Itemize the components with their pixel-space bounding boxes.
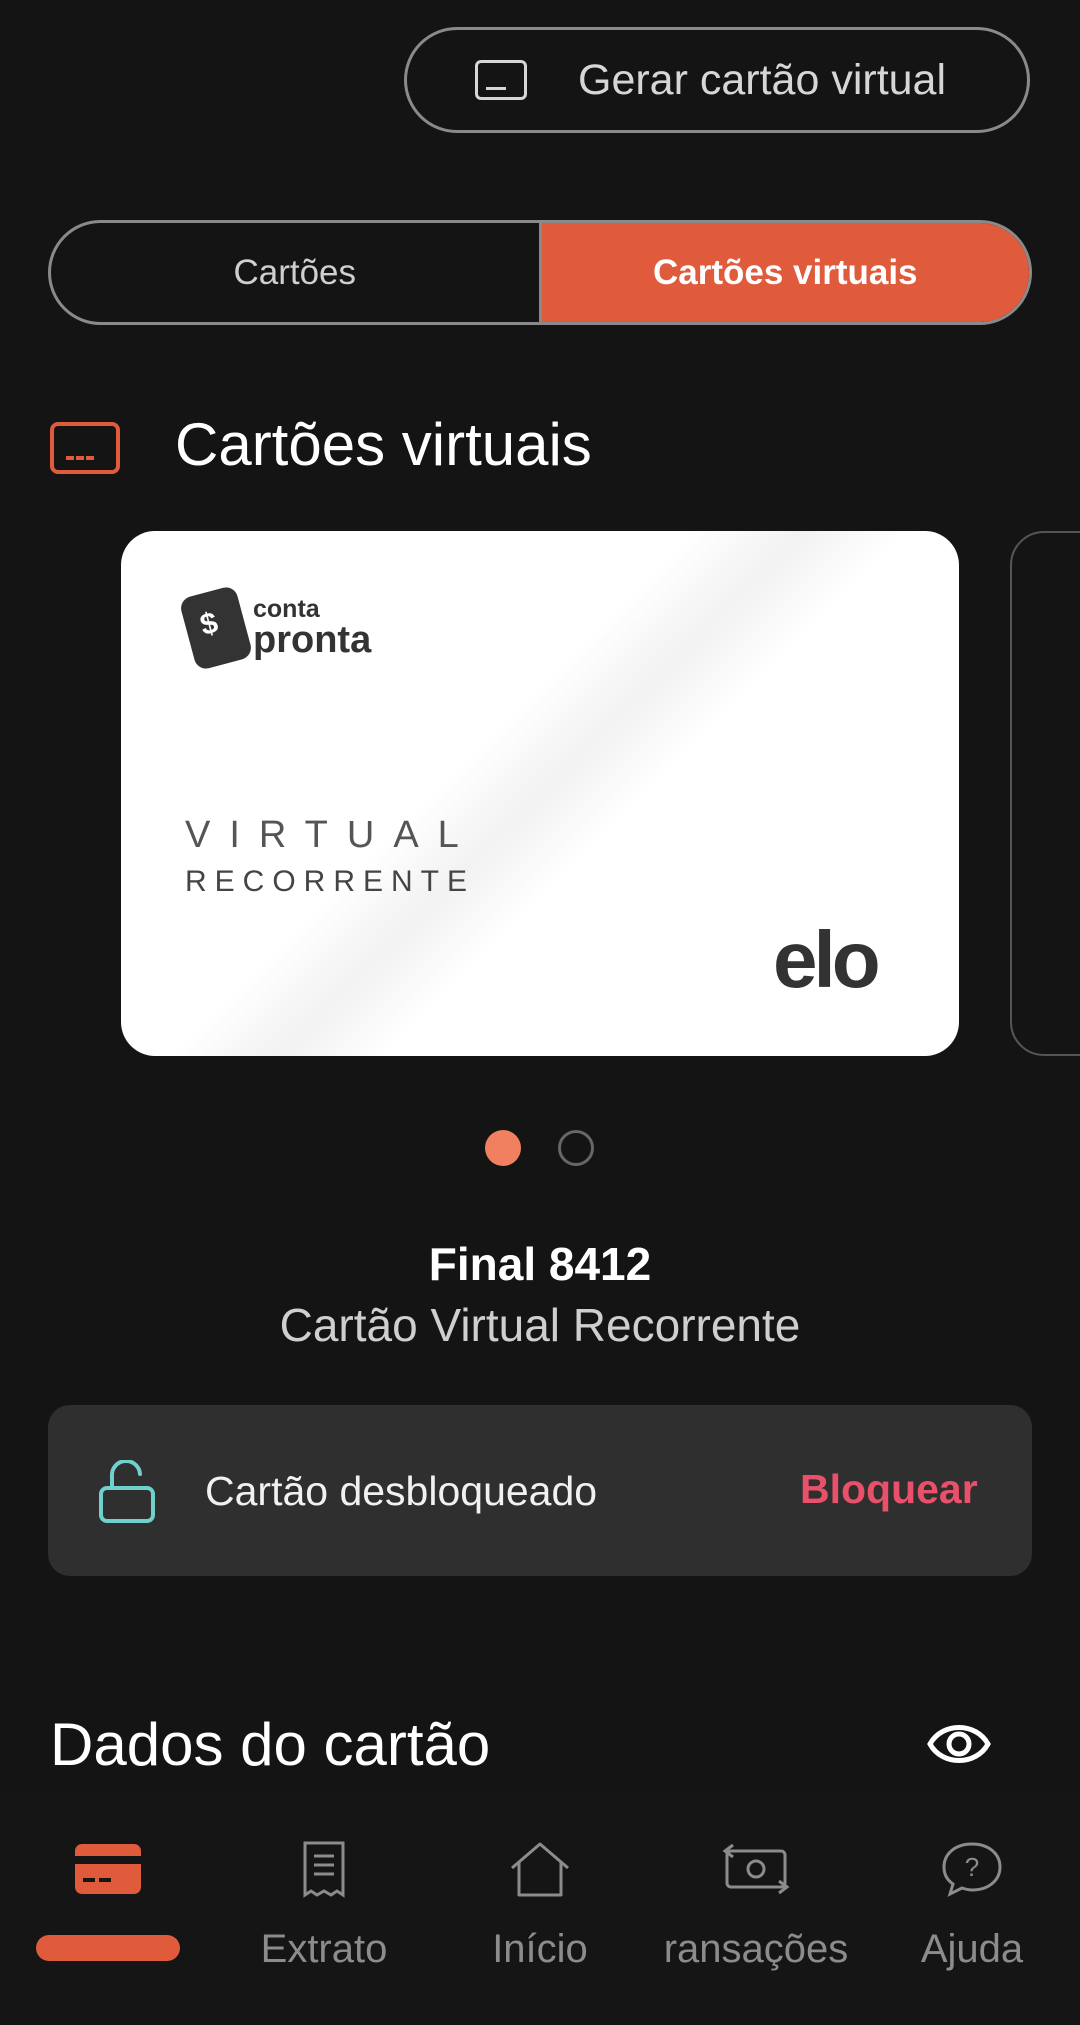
card-type-virtual: VIRTUAL bbox=[185, 814, 478, 856]
generate-virtual-card-button[interactable]: Gerar cartão virtual bbox=[404, 27, 1030, 133]
card-type-tabs: Cartões Cartões virtuais bbox=[48, 220, 1032, 325]
conta-pronta-logo: conta pronta bbox=[178, 584, 372, 672]
carousel-dot[interactable] bbox=[558, 1130, 594, 1166]
nav-item-extrato[interactable]: Extrato bbox=[216, 1795, 432, 2025]
receipt-icon bbox=[303, 1841, 345, 1898]
bottom-navigation: Extrato Início ransações ? Ajuda bbox=[0, 1795, 1080, 2025]
nav-label-ajuda: Ajuda bbox=[920, 1927, 1024, 1971]
virtual-card-icon bbox=[50, 422, 120, 474]
card-final-digits: Final 8412 bbox=[428, 1238, 652, 1290]
generate-virtual-card-label: Gerar cartão virtual bbox=[578, 55, 947, 104]
card-outline-icon bbox=[475, 60, 527, 100]
logo-line2: pronta bbox=[253, 618, 372, 661]
nav-label-transacoes: ransações bbox=[663, 1927, 849, 1971]
unlocked-lock-icon bbox=[99, 1460, 155, 1523]
money-transfer-icon bbox=[722, 1843, 790, 1895]
virtual-card[interactable]: conta pronta VIRTUAL RECORRENTE elo bbox=[121, 531, 959, 1056]
nav-active-indicator bbox=[36, 1935, 180, 1961]
card-icon bbox=[75, 1844, 141, 1894]
nav-item-cards[interactable] bbox=[0, 1795, 216, 2025]
section-title: Cartões virtuais bbox=[175, 411, 592, 478]
card-type-recorrente: RECORRENTE bbox=[185, 865, 476, 898]
nav-item-transacoes[interactable]: ransações bbox=[648, 1795, 864, 2025]
block-card-button[interactable]: Bloquear bbox=[800, 1466, 978, 1513]
help-chat-icon: ? bbox=[942, 1842, 1002, 1897]
nav-item-ajuda[interactable]: ? Ajuda bbox=[864, 1795, 1080, 2025]
logo-mark-icon bbox=[178, 584, 254, 672]
card-status-text: Cartão desbloqueado bbox=[205, 1468, 598, 1514]
card-data-title: Dados do cartão bbox=[50, 1711, 491, 1778]
eye-icon[interactable] bbox=[926, 1714, 992, 1774]
carousel-dot-active[interactable] bbox=[485, 1130, 521, 1166]
card-brand-logo: elo bbox=[773, 915, 881, 1004]
next-card-peek[interactable] bbox=[1010, 531, 1080, 1056]
svg-text:?: ? bbox=[965, 1852, 979, 1882]
card-name: Cartão Virtual Recorrente bbox=[279, 1299, 801, 1351]
nav-item-inicio[interactable]: Início bbox=[432, 1795, 648, 2025]
home-icon bbox=[511, 1842, 569, 1897]
tab-cartoes[interactable]: Cartões bbox=[51, 223, 542, 322]
tab-cartoes-virtuais[interactable]: Cartões virtuais bbox=[541, 223, 1029, 322]
nav-label-inicio: Início bbox=[492, 1927, 588, 1971]
nav-label-extrato: Extrato bbox=[260, 1927, 388, 1971]
